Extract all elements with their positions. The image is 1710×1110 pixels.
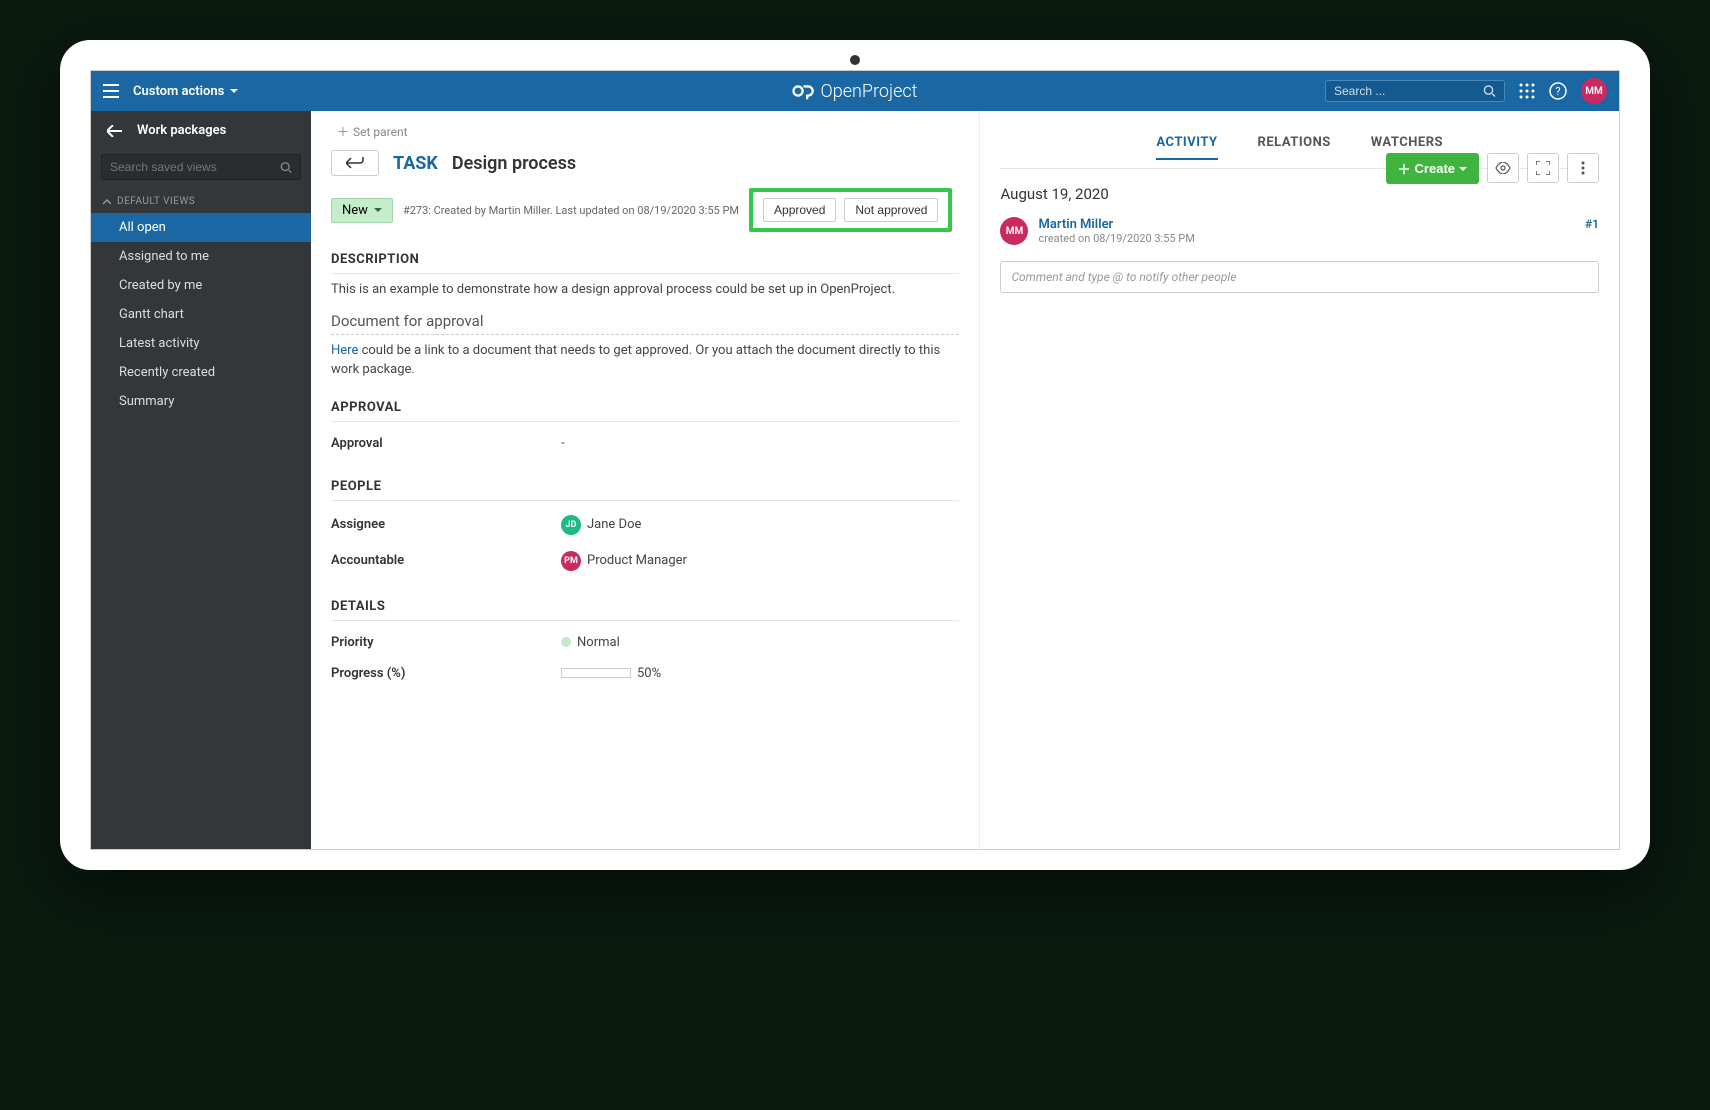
accountable-name: Product Manager <box>587 553 687 568</box>
logo-text: OpenProject <box>821 81 918 102</box>
progress-label: Progress (%) <box>331 666 561 681</box>
search-icon <box>280 161 292 174</box>
activity-user-link[interactable]: Martin Miller <box>1038 217 1575 232</box>
back-button[interactable] <box>331 150 379 176</box>
user-avatar[interactable]: MM <box>1581 78 1607 104</box>
accountable-avatar: PM <box>561 551 581 571</box>
apps-icon[interactable] <box>1519 83 1535 99</box>
top-bar: Custom actions OpenProject ? MM <box>91 71 1619 111</box>
not-approved-button[interactable]: Not approved <box>844 198 938 222</box>
hamburger-icon[interactable] <box>103 84 119 98</box>
set-parent-label: Set parent <box>353 125 408 139</box>
approval-heading: APPROVAL <box>331 400 959 422</box>
chevron-down-icon <box>374 206 382 214</box>
sidebar-item[interactable]: All open <box>91 213 311 242</box>
sidebar: Work packages DEFAULT VIEWS All openAssi… <box>91 111 311 849</box>
wp-title[interactable]: Design process <box>452 153 576 174</box>
priority-dot-icon <box>561 637 571 647</box>
sidebar-item[interactable]: Latest activity <box>91 329 311 358</box>
expand-icon <box>1536 161 1550 175</box>
eye-icon <box>1495 162 1511 174</box>
assignee-value[interactable]: JD Jane Doe <box>561 515 641 535</box>
kebab-icon <box>1581 161 1585 175</box>
here-link[interactable]: Here <box>331 343 358 358</box>
sidebar-title: Work packages <box>137 123 226 138</box>
help-icon[interactable]: ? <box>1549 82 1567 100</box>
search-input[interactable] <box>1334 84 1483 98</box>
desc-rest: could be a link to a document that needs… <box>331 343 940 378</box>
back-arrow-icon[interactable] <box>107 125 123 137</box>
activity-avatar[interactable]: MM <box>1000 217 1028 245</box>
set-parent-link[interactable]: ＋ Set parent <box>331 119 959 150</box>
sidebar-group-label: DEFAULT VIEWS <box>117 196 195 207</box>
tab-relations[interactable]: RELATIONS <box>1258 135 1331 160</box>
custom-actions-highlight: Approved Not approved <box>749 188 952 232</box>
tab-activity[interactable]: ACTIVITY <box>1156 135 1217 160</box>
content: ＋ Set parent TASK Design process New <box>311 111 1619 849</box>
watch-button[interactable] <box>1487 153 1519 183</box>
assignee-avatar: JD <box>561 515 581 535</box>
sidebar-item[interactable]: Created by me <box>91 271 311 300</box>
accountable-label: Accountable <box>331 553 561 568</box>
svg-text:?: ? <box>1555 85 1560 98</box>
approved-button[interactable]: Approved <box>763 198 836 222</box>
activity-number-link[interactable]: #1 <box>1585 217 1599 231</box>
sidebar-search[interactable] <box>101 154 301 180</box>
priority-label: Priority <box>331 635 561 650</box>
sidebar-item[interactable]: Assigned to me <box>91 242 311 271</box>
progress-text: 50% <box>637 666 661 681</box>
plus-icon: ＋ <box>1398 159 1411 178</box>
tablet-camera <box>850 55 860 65</box>
activity-meta: created on 08/19/2020 3:55 PM <box>1038 232 1575 245</box>
description-text-2[interactable]: Here could be a link to a document that … <box>331 341 959 380</box>
sidebar-item[interactable]: Gantt chart <box>91 300 311 329</box>
wp-type[interactable]: TASK <box>393 153 438 174</box>
chevron-up-icon <box>103 198 111 206</box>
openproject-icon <box>793 80 815 102</box>
logo[interactable]: OpenProject <box>793 80 918 102</box>
approval-value[interactable]: - <box>561 436 565 451</box>
activity-date: August 19, 2020 <box>1000 185 1599 203</box>
approval-label: Approval <box>331 436 561 451</box>
priority-value[interactable]: Normal <box>561 635 620 650</box>
status-dropdown[interactable]: New <box>331 198 393 223</box>
sidebar-search-input[interactable] <box>110 160 280 174</box>
description-heading: DESCRIPTION <box>331 252 959 274</box>
global-search[interactable] <box>1325 80 1505 102</box>
people-heading: PEOPLE <box>331 479 959 501</box>
wp-meta: #273: Created by Martin Miller. Last upd… <box>403 204 739 217</box>
description-text[interactable]: This is an example to demonstrate how a … <box>331 280 959 300</box>
chevron-down-icon <box>1459 165 1467 173</box>
chevron-down-icon <box>230 87 238 95</box>
more-button[interactable] <box>1567 153 1599 183</box>
fullscreen-button[interactable] <box>1527 153 1559 183</box>
comment-input[interactable]: Comment and type @ to notify other peopl… <box>1000 261 1599 293</box>
reply-arrow-icon <box>346 157 364 169</box>
sidebar-item[interactable]: Summary <box>91 387 311 416</box>
accountable-value[interactable]: PM Product Manager <box>561 551 687 571</box>
progress-value[interactable]: 50% <box>561 666 661 681</box>
sidebar-item[interactable]: Recently created <box>91 358 311 387</box>
status-label: New <box>342 203 368 218</box>
activity-entry: MM Martin Miller created on 08/19/2020 3… <box>1000 217 1599 245</box>
assignee-label: Assignee <box>331 517 561 532</box>
priority-text: Normal <box>577 635 620 650</box>
assignee-name: Jane Doe <box>587 517 641 532</box>
search-icon <box>1483 84 1496 98</box>
details-heading: DETAILS <box>331 599 959 621</box>
breadcrumb[interactable]: Custom actions <box>133 84 238 99</box>
breadcrumb-label: Custom actions <box>133 84 224 99</box>
create-button[interactable]: ＋ Create <box>1386 153 1479 184</box>
description-subheading: Document for approval <box>331 312 959 335</box>
sidebar-group-header[interactable]: DEFAULT VIEWS <box>91 190 311 213</box>
progress-bar <box>561 668 631 678</box>
create-label: Create <box>1415 161 1455 176</box>
plus-icon: ＋ <box>337 123 349 140</box>
